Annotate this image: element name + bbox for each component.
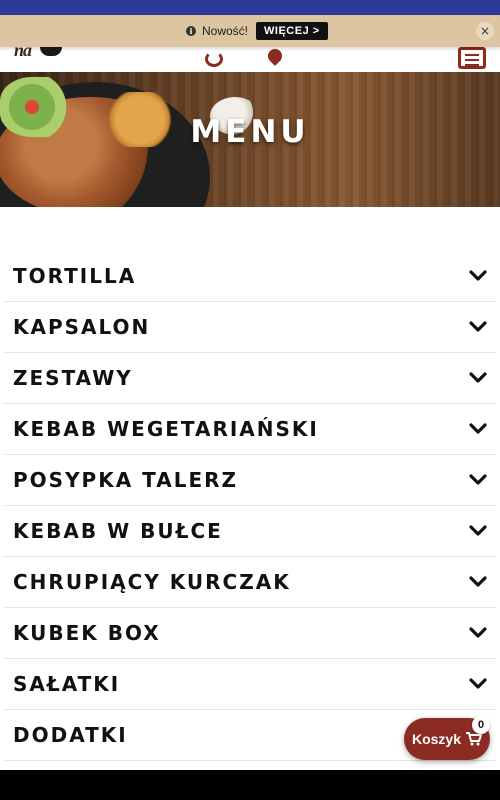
menu-category-label: KUBEK BOX [13, 621, 161, 645]
menu-category-item[interactable]: KUBEK BOX [4, 608, 496, 659]
chevron-down-icon[interactable] [468, 623, 488, 643]
more-button[interactable]: WIĘCEJ > [256, 22, 328, 40]
menu-toggle-button[interactable] [458, 47, 486, 69]
phone-icon[interactable] [205, 51, 223, 67]
chevron-down-icon[interactable] [468, 674, 488, 694]
menu-category-list: TORTILLA KAPSALON ZESTAWY KEBAB WEGETARIAŃS… [4, 251, 496, 761]
menu-category-item[interactable]: CHRUPIĄCY KURCZAK [4, 557, 496, 608]
menu-category-item[interactable]: TORTILLA [4, 251, 496, 302]
cart-icon [466, 732, 483, 746]
chevron-down-icon[interactable] [468, 572, 488, 592]
menu-category-item[interactable]: KEBAB WEGETARIAŃSKI [4, 404, 496, 455]
page-title: MENU [190, 114, 310, 150]
menu-category-item[interactable]: ZESTAWY [4, 353, 496, 404]
menu-category-label: DODATKI [13, 723, 128, 747]
menu-category-label: KEBAB W BUŁCE [13, 519, 223, 543]
menu-category-label: SAŁATKI [13, 672, 121, 696]
menu-category-item[interactable]: POSYPKA TALERZ [4, 455, 496, 506]
more-button-arrow: > [312, 25, 320, 37]
chevron-down-icon[interactable] [468, 419, 488, 439]
notice-bar: i Nowość! WIĘCEJ > × [0, 15, 500, 47]
notice-text: Nowość! [202, 24, 249, 38]
top-status-bar [0, 0, 500, 15]
menu-category-item[interactable]: SAŁATKI [4, 659, 496, 710]
chevron-down-icon[interactable] [468, 266, 488, 286]
chevron-down-icon[interactable] [468, 317, 488, 337]
logo-bowl [40, 47, 62, 56]
menu-category-label: KEBAB WEGETARIAŃSKI [13, 417, 319, 441]
menu-category-label: ZESTAWY [13, 366, 133, 390]
close-notice-button[interactable]: × [476, 22, 494, 40]
menu-category-label: TORTILLA [13, 264, 137, 288]
cart-label: Koszyk [411, 731, 462, 747]
hero-banner: MENU [0, 72, 500, 207]
chevron-down-icon[interactable] [468, 470, 488, 490]
info-icon: i [186, 26, 196, 36]
menu-category-item[interactable]: KEBAB W BUŁCE [4, 506, 496, 557]
menu-category-label: CHRUPIĄCY KURCZAK [13, 570, 291, 594]
menu-category-item[interactable]: KAPSALON [4, 302, 496, 353]
menu-category-label: POSYPKA TALERZ [13, 468, 239, 492]
chevron-down-icon[interactable] [468, 368, 488, 388]
more-button-label: WIĘCEJ [264, 25, 310, 37]
location-icon[interactable] [265, 46, 285, 66]
chevron-down-icon[interactable] [468, 521, 488, 541]
menu-category-label: KAPSALON [13, 315, 151, 339]
cart-count-badge: 0 [472, 716, 490, 734]
bottom-navigation-bar [0, 770, 500, 800]
close-icon: × [479, 24, 491, 38]
